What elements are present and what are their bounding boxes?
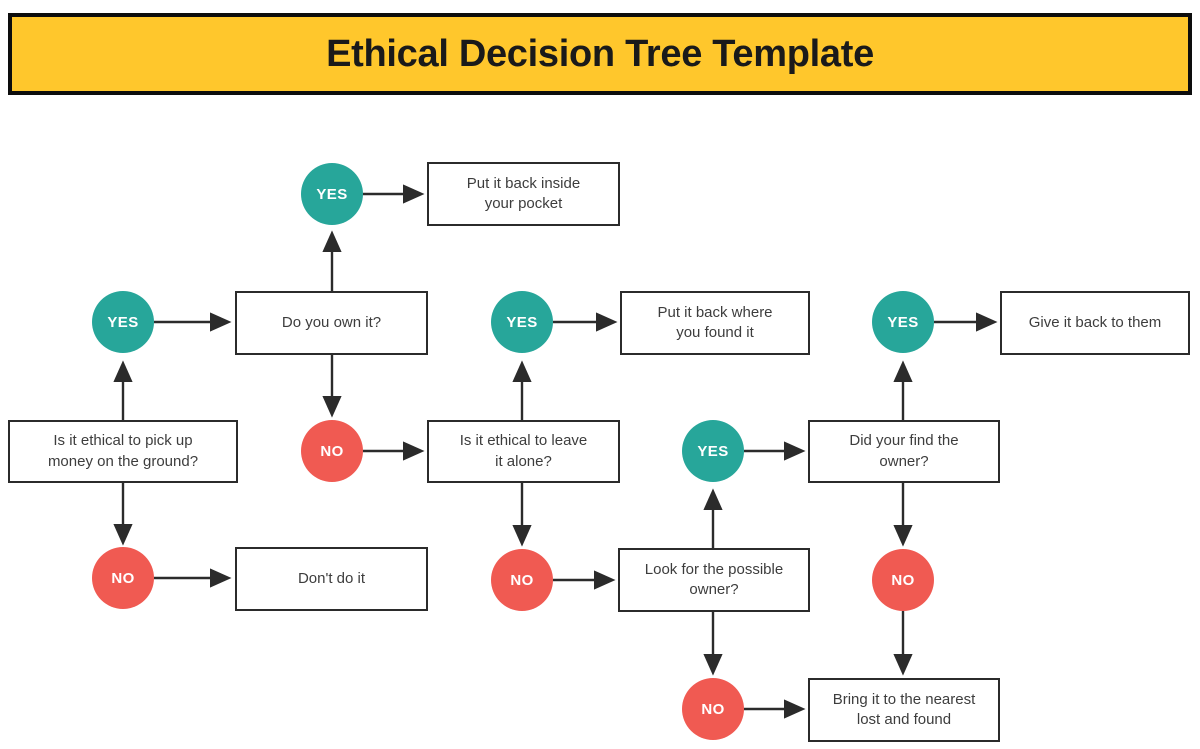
branch-leave-no[interactable]: NO [491, 549, 553, 611]
node-give-back-outcome[interactable]: Give it back to them [1000, 291, 1190, 355]
node-dont-do-it-outcome[interactable]: Don't do it [235, 547, 428, 611]
connector-layer [113, 184, 998, 719]
decision-tree-canvas: Ethical Decision Tree Template Is it eth… [0, 0, 1200, 749]
node-pocket-outcome[interactable]: Put it back inside your pocket [427, 162, 620, 226]
node-root-question[interactable]: Is it ethical to pick up money on the gr… [8, 420, 238, 483]
page-title: Ethical Decision Tree Template [326, 32, 874, 75]
node-leave-question[interactable]: Is it ethical to leave it alone? [427, 420, 620, 483]
branch-find-owner-no[interactable]: NO [872, 549, 934, 611]
branch-root-yes[interactable]: YES [92, 291, 154, 353]
node-look-owner-question[interactable]: Look for the possible owner? [618, 548, 810, 612]
branch-own-yes[interactable]: YES [301, 163, 363, 225]
branch-look-owner-no[interactable]: NO [682, 678, 744, 740]
node-found-it-outcome[interactable]: Put it back where you found it [620, 291, 810, 355]
header-banner: Ethical Decision Tree Template [8, 13, 1192, 95]
branch-look-owner-yes[interactable]: YES [682, 420, 744, 482]
branch-find-owner-yes[interactable]: YES [872, 291, 934, 353]
node-lost-found-outcome[interactable]: Bring it to the nearest lost and found [808, 678, 1000, 742]
branch-leave-yes[interactable]: YES [491, 291, 553, 353]
node-own-question[interactable]: Do you own it? [235, 291, 428, 355]
node-find-owner-question[interactable]: Did your find the owner? [808, 420, 1000, 483]
branch-own-no[interactable]: NO [301, 420, 363, 482]
branch-root-no[interactable]: NO [92, 547, 154, 609]
